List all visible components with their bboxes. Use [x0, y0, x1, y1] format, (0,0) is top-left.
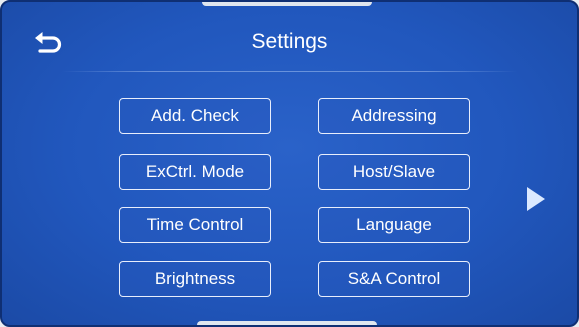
brightness-button[interactable]: Brightness [119, 261, 271, 297]
settings-screen: Settings Add. Check Addressing ExCtrl. M… [0, 0, 579, 327]
exctrl-mode-button[interactable]: ExCtrl. Mode [119, 154, 271, 190]
next-page-arrow-icon [527, 187, 545, 211]
bottom-bezel-notch [197, 321, 377, 325]
language-button[interactable]: Language [318, 207, 470, 243]
addressing-button[interactable]: Addressing [318, 98, 470, 134]
page-title: Settings [251, 30, 328, 53]
header-divider [62, 71, 517, 72]
add-check-button[interactable]: Add. Check [119, 98, 271, 134]
host-slave-button[interactable]: Host/Slave [318, 154, 470, 190]
s-and-a-control-button[interactable]: S&A Control [318, 261, 470, 297]
next-page-button[interactable] [523, 184, 549, 214]
time-control-button[interactable]: Time Control [119, 207, 271, 243]
header: Settings [2, 2, 577, 72]
